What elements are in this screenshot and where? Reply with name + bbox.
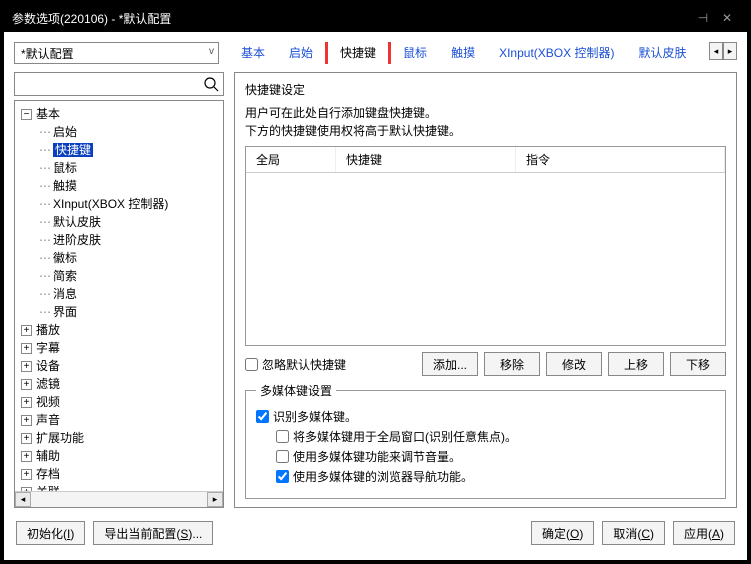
tree-item[interactable]: +设备	[17, 357, 221, 375]
tab-0[interactable]: 基本	[229, 42, 277, 64]
tree-item[interactable]: +存档	[17, 465, 221, 483]
config-select[interactable]: *默认配置 v	[14, 42, 219, 64]
tab-3[interactable]: 鼠标	[391, 42, 439, 64]
tree-hscroll[interactable]: ◂ ▸	[15, 491, 223, 507]
scroll-left-icon[interactable]: ◂	[15, 492, 31, 507]
move-down-button[interactable]: 下移	[670, 352, 726, 376]
mm-volume-checkbox[interactable]: 使用多媒体键功能来调节音量。	[276, 448, 715, 465]
pin-icon[interactable]: ⊣	[691, 11, 715, 25]
tree-item[interactable]: +滤镜	[17, 375, 221, 393]
scroll-right-icon[interactable]: ▸	[207, 492, 223, 507]
search-icon	[203, 76, 219, 95]
col-shortcut[interactable]: 快捷键	[336, 147, 516, 172]
tree-item[interactable]: ⋯简索	[17, 267, 221, 285]
tree-item[interactable]: −基本	[17, 105, 221, 123]
apply-button[interactable]: 应用(A)	[673, 521, 735, 545]
col-global[interactable]: 全局	[246, 147, 336, 172]
tab-1[interactable]: 启始	[277, 42, 325, 64]
tree-item[interactable]: +辅助	[17, 447, 221, 465]
tab-5[interactable]: XInput(XBOX 控制器)	[487, 42, 626, 64]
ignore-default-checkbox[interactable]: 忽略默认快捷键	[245, 356, 416, 373]
export-button[interactable]: 导出当前配置(S)...	[93, 521, 213, 545]
tree-item[interactable]: +播放	[17, 321, 221, 339]
shortcut-table[interactable]: 全局 快捷键 指令	[245, 146, 726, 346]
config-select-value: *默认配置	[21, 45, 74, 62]
tree-item[interactable]: ⋯徽标	[17, 249, 221, 267]
window-title: 参数选项(220106) - *默认配置	[12, 10, 171, 27]
ok-button[interactable]: 确定(O)	[531, 521, 594, 545]
tree-item[interactable]: ⋯进阶皮肤	[17, 231, 221, 249]
tree-item[interactable]: ⋯快捷键	[17, 141, 221, 159]
tree-item[interactable]: +声音	[17, 411, 221, 429]
tree-item[interactable]: +视频	[17, 393, 221, 411]
mm-global-checkbox[interactable]: 将多媒体键用于全局窗口(识别任意焦点)。	[276, 428, 715, 445]
tab-scroll-left-icon[interactable]: ◂	[709, 42, 723, 60]
col-command[interactable]: 指令	[516, 147, 725, 172]
tree-item[interactable]: +字幕	[17, 339, 221, 357]
mm-browser-checkbox[interactable]: 使用多媒体键的浏览器导航功能。	[276, 468, 715, 485]
tab-2[interactable]: 快捷键	[325, 42, 391, 64]
search-input[interactable]	[14, 72, 224, 96]
init-button[interactable]: 初始化(I)	[16, 521, 85, 545]
tab-bar: 基本启始快捷键鼠标触摸XInput(XBOX 控制器)默认皮肤进	[229, 42, 699, 64]
tree-item[interactable]: ⋯触摸	[17, 177, 221, 195]
tab-scroll-right-icon[interactable]: ▸	[723, 42, 737, 60]
tab-4[interactable]: 触摸	[439, 42, 487, 64]
tree-item[interactable]: ⋯启始	[17, 123, 221, 141]
chevron-down-icon: v	[209, 46, 214, 57]
tab-scroll[interactable]: ◂ ▸	[709, 42, 737, 60]
tree-item[interactable]: ⋯默认皮肤	[17, 213, 221, 231]
panel-heading: 快捷键设定	[245, 81, 726, 98]
table-header: 全局 快捷键 指令	[246, 147, 725, 173]
tab-6[interactable]: 默认皮肤	[626, 42, 698, 64]
tree-item[interactable]: ⋯界面	[17, 303, 221, 321]
tree-item[interactable]: +扩展功能	[17, 429, 221, 447]
footer: 初始化(I) 导出当前配置(S)... 确定(O) 取消(C) 应用(A)	[14, 516, 737, 550]
multimedia-heading: 多媒体键设置	[256, 382, 336, 399]
tree-item[interactable]: ⋯消息	[17, 285, 221, 303]
help-text: 用户可在此处自行添加键盘快捷键。 下方的快捷键使用权将高于默认快捷键。	[245, 104, 726, 140]
tab-7[interactable]: 进	[698, 42, 699, 64]
mm-recognize-checkbox[interactable]: 识别多媒体键。	[256, 408, 715, 425]
category-tree[interactable]: −基本⋯启始⋯快捷键⋯鼠标⋯触摸⋯XInput(XBOX 控制器)⋯默认皮肤⋯进…	[14, 100, 224, 508]
add-button[interactable]: 添加...	[422, 352, 478, 376]
titlebar: 参数选项(220106) - *默认配置 ⊣ ✕	[4, 4, 747, 32]
tree-item[interactable]: ⋯鼠标	[17, 159, 221, 177]
multimedia-group: 多媒体键设置 识别多媒体键。 将多媒体键用于全局窗口(识别任意焦点)。 使用多媒…	[245, 382, 726, 499]
edit-button[interactable]: 修改	[546, 352, 602, 376]
move-up-button[interactable]: 上移	[608, 352, 664, 376]
remove-button[interactable]: 移除	[484, 352, 540, 376]
close-icon[interactable]: ✕	[715, 11, 739, 25]
tree-item[interactable]: ⋯XInput(XBOX 控制器)	[17, 195, 221, 213]
cancel-button[interactable]: 取消(C)	[602, 521, 665, 545]
table-body[interactable]	[246, 173, 725, 345]
settings-panel: 快捷键设定 用户可在此处自行添加键盘快捷键。 下方的快捷键使用权将高于默认快捷键…	[234, 72, 737, 508]
